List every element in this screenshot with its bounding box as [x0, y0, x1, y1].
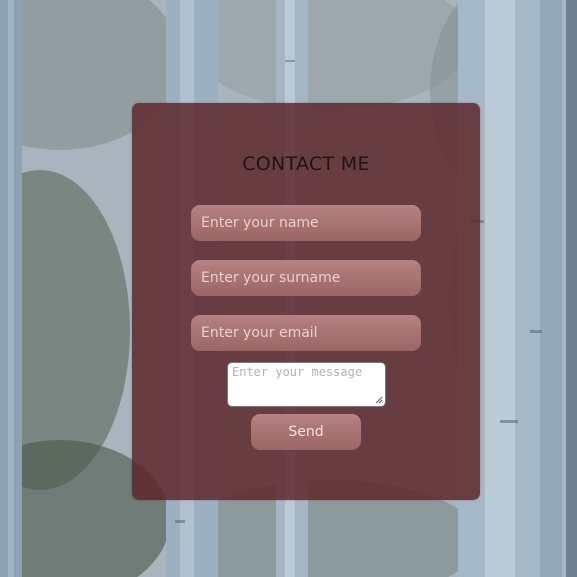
resize-handle-icon[interactable] [375, 396, 383, 404]
send-button[interactable]: Send [251, 414, 361, 450]
message-textarea[interactable]: Enter your message [227, 362, 386, 407]
name-input[interactable]: Enter your name [191, 205, 421, 241]
email-input[interactable]: Enter your email [191, 315, 421, 351]
form-title: CONTACT ME [242, 153, 370, 175]
contact-form-panel: CONTACT ME Enter your name Enter your su… [132, 103, 480, 500]
surname-input[interactable]: Enter your surname [191, 260, 421, 296]
message-placeholder: Enter your message [232, 365, 363, 379]
